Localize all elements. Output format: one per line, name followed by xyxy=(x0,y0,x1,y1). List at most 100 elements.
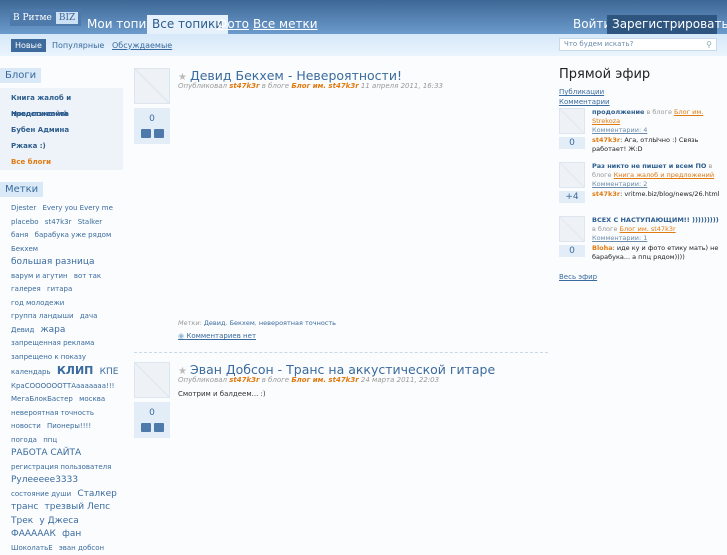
tag-link[interactable]: МегаБлокБастер xyxy=(11,395,73,403)
blog-link[interactable]: Новости сайта xyxy=(11,106,123,122)
live-tab-publications[interactable]: Публикации xyxy=(559,88,604,96)
tag-link[interactable]: календарь xyxy=(11,368,51,376)
live-count: +4 xyxy=(559,191,585,203)
tag-link[interactable]: барабука уже рядом xyxy=(35,231,112,239)
vote-box: 0 xyxy=(134,402,170,438)
tag-link[interactable]: большая разница xyxy=(11,257,95,267)
blogs-list: Книга жалоб и предложений Новости сайта … xyxy=(0,88,123,170)
topic-link[interactable]: Раз никто не пишет и всем ПО xyxy=(592,162,706,170)
tag-link[interactable]: Бекхем xyxy=(11,245,38,253)
topic-link[interactable]: продолжение xyxy=(592,108,644,116)
user-link[interactable]: st47k3r xyxy=(592,136,620,144)
topic-image[interactable] xyxy=(559,216,585,242)
comments-link[interactable]: Комментарии: 4 xyxy=(592,126,647,134)
tag-link[interactable]: Сталкер xyxy=(77,489,116,499)
tag-link[interactable]: Djester xyxy=(11,204,36,212)
tag-link[interactable]: регистрация пользователя xyxy=(11,463,111,471)
tag-link[interactable]: запрещено к показу xyxy=(11,353,86,361)
article-title[interactable]: ★ Девид Бекхем - Невероятности! xyxy=(178,68,402,83)
topic-image[interactable] xyxy=(559,162,585,188)
all-live-link[interactable]: Весь эфир xyxy=(559,273,597,281)
tag-link[interactable]: placebo xyxy=(11,218,39,226)
tag-link[interactable]: Трек xyxy=(11,516,33,526)
vote-count: 0 xyxy=(149,114,155,124)
tag-link[interactable]: запрещенная реклама xyxy=(11,339,94,347)
tag-link[interactable]: москва xyxy=(79,395,105,403)
comment-icon: ◉ xyxy=(178,332,185,340)
search-input[interactable]: Что будем искать? ⚲ xyxy=(559,38,717,51)
blog-link[interactable]: Блог им. st47k3r xyxy=(291,82,358,90)
blog-link[interactable]: Книга жалоб и предложений xyxy=(614,171,714,179)
topic-link[interactable]: ВСЕХ С НАСТУПАЮЩИМ!! ))))))))) xyxy=(592,216,719,224)
live-item: 0 ВСЕХ С НАСТУПАЮЩИМ!! ))))))))) в блоге … xyxy=(559,216,719,266)
tag-link[interactable]: ппц xyxy=(43,436,57,444)
tag-link[interactable]: год молодежи xyxy=(11,299,64,307)
tag-link[interactable]: Пионеры!!!! xyxy=(47,422,91,430)
tag-link[interactable]: трезвый Лепс xyxy=(45,502,111,512)
blog-link[interactable]: Бубен Админа xyxy=(11,122,123,138)
blog-link[interactable]: Блог им. st47k3r xyxy=(291,376,358,384)
thumbs-down-icon[interactable] xyxy=(153,129,164,138)
tag-link[interactable]: галерея xyxy=(11,285,41,293)
blog-link[interactable]: Блог им. st47k3r xyxy=(620,225,676,233)
article-title[interactable]: ★ Эван Добсон - Транс на аккустической ги… xyxy=(178,362,495,377)
all-blogs-link[interactable]: Все блоги xyxy=(11,154,123,170)
tag-link[interactable]: РАБОТА САЙТА xyxy=(11,448,81,458)
tag-link[interactable]: группа ландыши xyxy=(11,312,74,320)
comments-link[interactable]: Комментарии: 2 xyxy=(592,180,647,188)
subnav-popular[interactable]: Популярные xyxy=(48,39,108,52)
thumbs-up-icon[interactable] xyxy=(140,423,151,432)
tag-link[interactable]: Stalker xyxy=(78,218,102,226)
tag-link[interactable]: транс xyxy=(11,502,38,512)
tag-link[interactable]: st47k3r xyxy=(45,218,72,226)
author-link[interactable]: st47k3r xyxy=(229,376,259,384)
tag-link[interactable]: фан xyxy=(62,529,81,539)
tag-link[interactable]: невероятная точность xyxy=(11,409,94,417)
thumbs-down-icon[interactable] xyxy=(153,423,164,432)
article: 0 ★ Девид Бекхем - Невероятности! Опублик… xyxy=(134,68,548,348)
tag-link[interactable]: варум и агутин xyxy=(11,272,68,280)
tag-link[interactable]: КЛИП xyxy=(57,364,94,377)
article-image[interactable] xyxy=(134,362,170,398)
tag-link[interactable]: погода xyxy=(11,436,37,444)
comments-link[interactable]: ◉ Комментариев нет xyxy=(178,332,256,340)
tag-link[interactable]: баня xyxy=(11,231,28,239)
search-icon[interactable]: ⚲ xyxy=(706,39,712,50)
tag-link[interactable]: ФАААААК xyxy=(11,529,56,539)
comments-link[interactable]: Комментарии: 1 xyxy=(592,234,647,242)
vote-count: 0 xyxy=(149,408,155,418)
tag-link[interactable]: дача xyxy=(80,312,98,320)
tag-link[interactable]: новости xyxy=(11,422,41,430)
live-count: 0 xyxy=(559,137,585,149)
user-link[interactable]: st47k3r xyxy=(592,190,620,198)
author-link[interactable]: st47k3r xyxy=(229,82,259,90)
tag-link[interactable]: Рулеееее3333 xyxy=(11,475,78,485)
user-link[interactable]: Bloha xyxy=(592,244,613,252)
blog-link[interactable]: Ржака :) xyxy=(11,138,123,154)
live-tab-comments[interactable]: Комментарии xyxy=(559,98,610,106)
thumbs-up-icon[interactable] xyxy=(140,129,151,138)
tag-link[interactable]: гитара xyxy=(47,285,72,293)
header: В Ритме BIZ Мои топики Все топики Фото Вс… xyxy=(0,0,727,34)
tag-link[interactable]: Девид xyxy=(204,319,226,327)
tag-link[interactable]: КраСООООООТТАааааааа!!! xyxy=(11,382,114,390)
topic-image[interactable] xyxy=(559,108,585,134)
blog-link[interactable]: Книга жалоб и предложений xyxy=(11,90,123,118)
tag-link[interactable]: Девид xyxy=(11,326,34,334)
tag-link[interactable]: у Джеса xyxy=(39,516,78,526)
logo[interactable]: В Ритме BIZ xyxy=(10,9,82,26)
tag-link[interactable]: жара xyxy=(41,325,66,335)
tag-link[interactable]: Every you Every me xyxy=(42,204,112,212)
subnav-new[interactable]: Новые xyxy=(11,39,46,52)
tab-all-tags[interactable]: Все метки xyxy=(248,15,323,34)
tag-link[interactable]: Бекхем xyxy=(230,319,255,327)
tag-link[interactable]: вот так xyxy=(74,272,101,280)
tag-link[interactable]: состояние души xyxy=(11,490,71,498)
subnav-discussed[interactable]: Обсуждаемые xyxy=(108,39,176,52)
register-button[interactable]: Зарегистрироваться xyxy=(607,15,727,34)
article-image[interactable] xyxy=(134,68,170,104)
article-tags: Метки: Девид, Бекхем, невероятная точнос… xyxy=(178,319,336,327)
tag-link[interactable]: КПЕ xyxy=(100,367,119,377)
tag-link[interactable]: невероятная точность xyxy=(259,319,336,327)
blogs-heading: Блоги xyxy=(0,68,42,83)
